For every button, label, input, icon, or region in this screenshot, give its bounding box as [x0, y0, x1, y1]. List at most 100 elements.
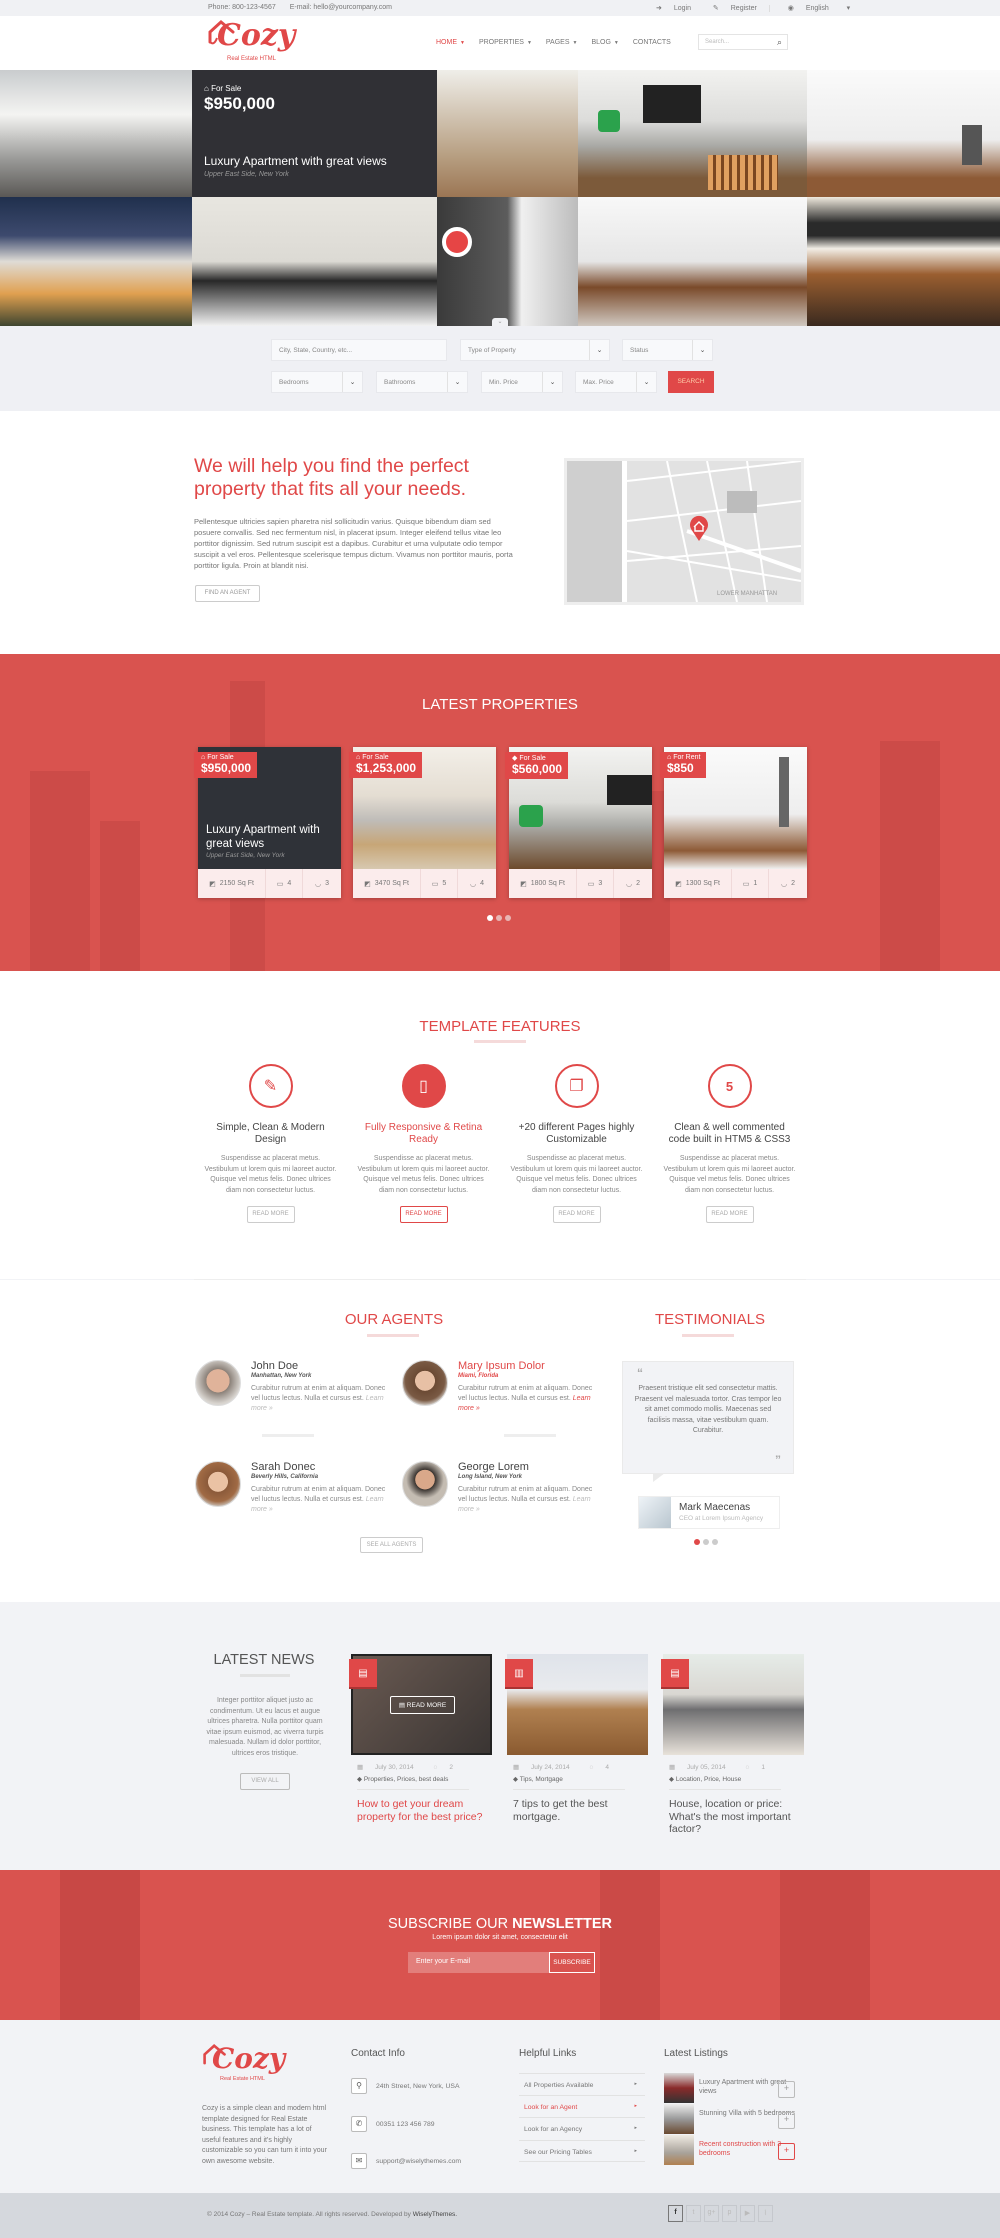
comment-icon: ◌	[589, 1764, 594, 1771]
news-post[interactable]: ▤ ▦ July 05, 2014 ◌ 1 ◆ Location, Price, …	[661, 1654, 804, 1836]
see-all-agents-button[interactable]: SEE ALL AGENTS	[360, 1537, 423, 1553]
chevron-down-icon: ⌄	[636, 372, 656, 392]
photo-dining[interactable]	[807, 197, 1000, 326]
read-more-button[interactable]: READ MORE	[705, 1206, 754, 1223]
email-input[interactable]: Enter your E-mail	[408, 1952, 549, 1973]
listing-item[interactable]: Stunning Villa with 5 bedrooms +	[664, 2104, 804, 2135]
search-button[interactable]: SEARCH	[668, 371, 714, 393]
bed-icon: ▭	[276, 880, 284, 888]
bed-icon: ▭	[742, 880, 750, 888]
logo[interactable]: Cozy Real Estate HTML	[207, 18, 299, 66]
post-tags[interactable]: Tips, Mortgage	[520, 1776, 563, 1783]
photo-fireplace[interactable]	[807, 70, 1000, 197]
photo-kitchen[interactable]	[0, 70, 192, 197]
post-title[interactable]: 7 tips to get the best mortgage.	[513, 1798, 642, 1823]
listing-item[interactable]: Recent construction with 3 bedrooms +	[664, 2135, 804, 2166]
agent-card[interactable]: Mary Ipsum Dolor Miami, Florida Curabitu…	[402, 1360, 612, 1420]
status-select[interactable]: Status ⌄	[622, 339, 713, 361]
view-all-button[interactable]: VIEW ALL	[240, 1773, 290, 1790]
footer-link[interactable]: Look for an Agent ▸	[519, 2095, 645, 2117]
nav-pages[interactable]: PAGES ▼	[546, 39, 578, 46]
location-map[interactable]: LOWER MANHATTAN	[564, 458, 804, 605]
property-card[interactable]: ◆ For Sale $560,000 ◩ 1800 Sq Ft ▭ 3 ◡ 2	[505, 747, 652, 898]
twitter-icon[interactable]: t	[686, 2205, 701, 2222]
search-input[interactable]: Search... ⌕	[698, 34, 788, 50]
read-more-button[interactable]: READ MORE	[399, 1206, 448, 1223]
photo-staircase[interactable]	[578, 197, 807, 326]
photo-desk[interactable]	[192, 197, 437, 326]
news-post[interactable]: ▤ READ MORE ▤ ▦ July 30, 2014 ◌ 2 ◆ Prope…	[349, 1654, 492, 1823]
latest-news-section: LATEST NEWS Integer porttitor aliquet ju…	[0, 1602, 1000, 1870]
hero-featured-overlay[interactable]: ⌂ For Sale $950,000 Luxury Apartment wit…	[192, 70, 437, 197]
rss-icon[interactable]: ⌇	[758, 2205, 773, 2222]
agent-name[interactable]: Sarah Donec	[251, 1461, 315, 1473]
listing-item[interactable]: Luxury Apartment with great views +	[664, 2073, 804, 2104]
property-card[interactable]: Luxury Apartment with great views Upper …	[194, 747, 341, 898]
read-more-button[interactable]: READ MORE	[552, 1206, 601, 1223]
photo-bedroom[interactable]	[437, 197, 578, 326]
photo-sofa[interactable]	[578, 70, 807, 197]
post-title[interactable]: How to get your dream property for the b…	[357, 1798, 486, 1823]
property-card[interactable]: ⌂ For Rent $850 ◩ 1300 Sq Ft ▭ 1 ◡ 2	[660, 747, 807, 898]
area-icon: ◩	[364, 880, 371, 888]
carousel-dot-active[interactable]	[694, 1539, 700, 1545]
agent-name[interactable]: John Doe	[251, 1360, 298, 1372]
nav-properties[interactable]: PROPERTIES ▼	[479, 39, 532, 46]
nav-home[interactable]: HOME ▼	[436, 39, 465, 46]
location-input[interactable]: City, State, Country, etc...	[271, 339, 447, 361]
photo-house-exterior[interactable]	[0, 197, 192, 326]
plus-icon[interactable]: +	[778, 2143, 795, 2160]
read-more-overlay-button[interactable]: ▤ READ MORE	[390, 1696, 455, 1714]
carousel-dot-active[interactable]	[487, 915, 493, 921]
language-select[interactable]: ◉ English ▾	[768, 5, 851, 12]
caret-down-icon: ▾	[846, 5, 851, 12]
agent-name[interactable]: Mary Ipsum Dolor	[458, 1360, 545, 1372]
youtube-icon[interactable]: ▶	[740, 2205, 755, 2222]
facebook-icon[interactable]: f	[668, 2205, 683, 2222]
max-price-select[interactable]: Max. Price ⌄	[575, 371, 657, 393]
footer-link[interactable]: Look for an Agency ▸	[519, 2117, 645, 2139]
read-more-button[interactable]: READ MORE	[246, 1206, 295, 1223]
property-card[interactable]: ⌂ For Sale $1,253,000 ◩ 3470 Sq Ft ▭ 5 ◡ 4	[349, 747, 496, 898]
subscribe-button[interactable]: SUBSCRIBE	[549, 1952, 595, 1973]
plus-icon[interactable]: +	[778, 2081, 795, 2098]
login-link[interactable]: ➜ Login	[646, 5, 691, 12]
google-plus-icon[interactable]: g+	[704, 2205, 719, 2222]
agent-name[interactable]: George Lorem	[458, 1461, 529, 1473]
agent-card[interactable]: Sarah Donec Beverly Hills, California Cu…	[195, 1461, 405, 1521]
feature-title: +20 different Pages highly Customizable	[518, 1122, 635, 1145]
footer-link[interactable]: See our Pricing Tables ▸	[519, 2140, 645, 2162]
carousel-dot[interactable]	[703, 1539, 709, 1545]
footer-logo[interactable]: Cozy Real Estate HTML	[202, 2042, 292, 2086]
carousel-dot[interactable]	[712, 1539, 718, 1545]
bath-icon: ◡	[780, 880, 788, 888]
nav-contacts[interactable]: CONTACTS	[633, 39, 671, 46]
nav-blog[interactable]: BLOG ▼	[591, 39, 618, 46]
collapse-handle[interactable]: ⌄	[492, 318, 508, 326]
news-post[interactable]: ▥ ▦ July 24, 2014 ◌ 4 ◆ Tips, Mortgage 7 …	[505, 1654, 648, 1823]
developer-link[interactable]: WiselyThemes.	[413, 2211, 457, 2218]
post-title[interactable]: House, location or price: What's the mos…	[669, 1798, 798, 1836]
carousel-dot[interactable]	[505, 915, 511, 921]
bedrooms-select[interactable]: Bedrooms ⌄	[271, 371, 363, 393]
footer-link[interactable]: All Properties Available ▸	[519, 2073, 645, 2095]
agent-card[interactable]: John Doe Manhattan, New York Curabitur r…	[195, 1360, 405, 1420]
min-price-select[interactable]: Min. Price ⌄	[481, 371, 563, 393]
find-agent-button[interactable]: FIND AN AGENT	[195, 585, 260, 602]
pinterest-icon[interactable]: p	[722, 2205, 737, 2222]
footer-description: Cozy is a simple clean and modern html t…	[202, 2105, 327, 2165]
register-link[interactable]: ✎ Register	[703, 5, 757, 12]
comment-icon: ◌	[745, 1764, 750, 1771]
plus-icon[interactable]: +	[778, 2112, 795, 2129]
post-tags[interactable]: Properties, Prices, best deals	[364, 1776, 449, 1783]
photo-room[interactable]	[437, 70, 578, 197]
agent-card[interactable]: George Lorem Long Island, New York Curab…	[402, 1461, 612, 1521]
tag-icon: ◆	[512, 755, 518, 762]
bathrooms-select[interactable]: Bathrooms ⌄	[376, 371, 468, 393]
post-tags[interactable]: Location, Price, House	[676, 1776, 741, 1783]
search-icon[interactable]: ⌕	[777, 37, 782, 48]
calendar-icon: ▦	[513, 1764, 520, 1771]
carousel-dot[interactable]	[496, 915, 502, 921]
type-select[interactable]: Type of Property ⌄	[460, 339, 610, 361]
map-pin-icon[interactable]	[689, 515, 709, 541]
